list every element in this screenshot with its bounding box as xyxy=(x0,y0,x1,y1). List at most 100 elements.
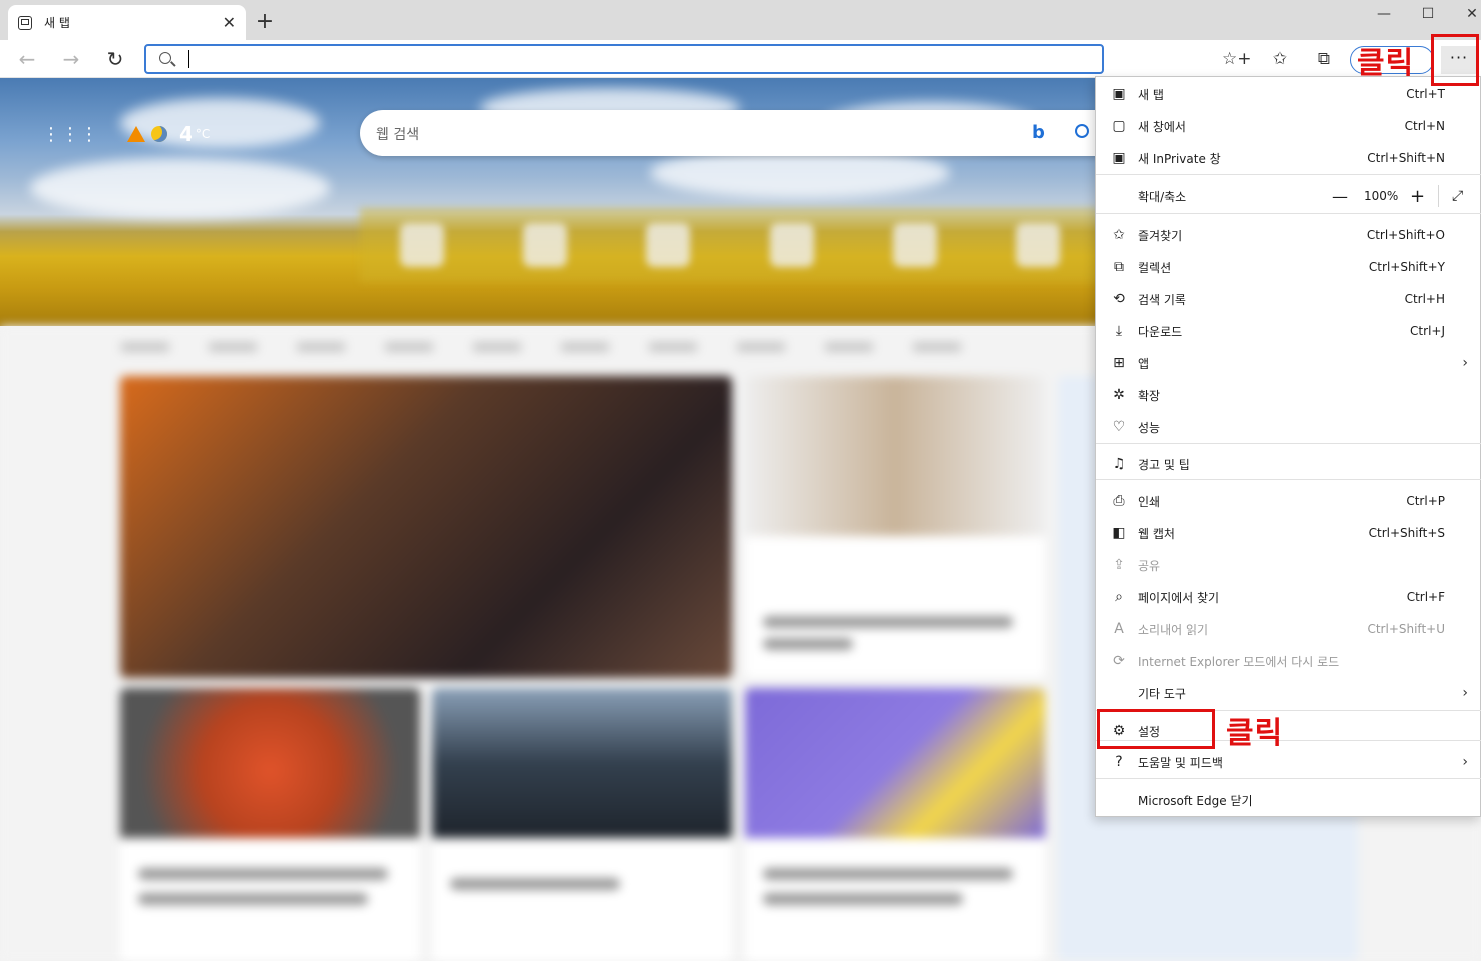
web-search-box[interactable]: 웹 검색 b xyxy=(360,110,1120,156)
menu-item-close-edge[interactable]: Microsoft Edge 닫기 xyxy=(1096,785,1481,815)
menu-item-label: 도움말 및 피드백 xyxy=(1138,755,1223,770)
menu-item-read-aloud[interactable]: A 소리내어 읽기 Ctrl+Shift+U xyxy=(1096,614,1481,644)
news-card[interactable] xyxy=(432,688,732,961)
news-card[interactable] xyxy=(120,688,420,961)
menu-item-history[interactable]: ⟲ 검색 기록 Ctrl+H xyxy=(1096,284,1481,314)
menu-separator xyxy=(1096,479,1481,480)
weather-widget[interactable]: ⋮⋮⋮ 4 °C xyxy=(42,122,210,146)
quick-links xyxy=(360,208,1100,282)
address-input[interactable] xyxy=(186,49,1086,69)
menu-item-zoom: 확대/축소 — 100% + ⤢ xyxy=(1096,181,1481,211)
close-window-button[interactable]: ✕ xyxy=(1462,6,1481,22)
forward-button[interactable]: → xyxy=(58,46,84,72)
menu-item-ie-mode-reload[interactable]: ⟳ Internet Explorer 모드에서 다시 로드 xyxy=(1096,646,1481,676)
menu-item-find-on-page[interactable]: ⌕ 페이지에서 찾기 Ctrl+F xyxy=(1096,582,1481,612)
ie-mode-icon: ⟳ xyxy=(1113,653,1125,669)
find-icon: ⌕ xyxy=(1115,589,1123,605)
quick-link-tile[interactable] xyxy=(1016,223,1061,267)
bing-icon[interactable]: b xyxy=(1032,122,1045,143)
zoom-divider xyxy=(1438,185,1439,207)
menu-item-label: 앱 xyxy=(1138,356,1150,371)
menu-item-apps[interactable]: ⊞ 앱 › xyxy=(1096,348,1481,378)
menu-item-label: 페이지에서 찾기 xyxy=(1138,590,1220,605)
add-favorite-icon[interactable]: ☆+ xyxy=(1222,49,1251,69)
menu-item-favorites[interactable]: ✩ 즐겨찾기 Ctrl+Shift+O xyxy=(1096,220,1481,250)
inprivate-icon: ▣ xyxy=(1112,150,1126,166)
zoom-in-button[interactable]: + xyxy=(1410,186,1425,207)
menu-item-shortcut: Ctrl+N xyxy=(1404,119,1445,133)
annotation-click-more: 클릭 xyxy=(1357,46,1415,81)
news-card[interactable] xyxy=(745,688,1045,961)
menu-item-share[interactable]: ⇪ 공유 xyxy=(1096,550,1481,580)
menu-item-label: 공유 xyxy=(1138,558,1161,573)
quick-link-tile[interactable] xyxy=(522,223,567,267)
menu-item-label: 새 탭 xyxy=(1138,87,1164,102)
web-capture-icon: ◧ xyxy=(1112,525,1126,541)
address-bar[interactable] xyxy=(144,44,1104,74)
news-card[interactable] xyxy=(120,376,732,678)
highlight-settings-item xyxy=(1097,709,1215,749)
apps-icon: ⊞ xyxy=(1113,355,1125,371)
quick-link-tile[interactable] xyxy=(769,223,814,267)
menu-item-shortcut: Ctrl+H xyxy=(1404,292,1445,306)
weather-alert-icon xyxy=(127,126,145,142)
menu-item-more-tools[interactable]: 기타 도구 › xyxy=(1096,678,1481,708)
menu-item-extensions[interactable]: ✲ 확장 xyxy=(1096,380,1481,410)
tab-new-tab[interactable]: 새 탭 ✕ xyxy=(8,5,246,40)
highlight-more-button xyxy=(1431,34,1479,86)
chevron-right-icon: › xyxy=(1462,685,1468,701)
favorites-icon[interactable]: ✩ xyxy=(1269,49,1291,69)
maximize-button[interactable]: ☐ xyxy=(1418,6,1438,22)
menu-item-print[interactable]: ⎙ 인쇄 Ctrl+P xyxy=(1096,486,1481,516)
menu-item-alerts-tips[interactable]: ♫ 경고 및 팁 xyxy=(1096,449,1481,479)
moon-icon xyxy=(151,126,167,142)
quick-link-tile[interactable] xyxy=(399,223,444,267)
tab-close-icon[interactable]: ✕ xyxy=(223,13,236,32)
share-icon: ⇪ xyxy=(1113,557,1125,573)
menu-item-label: 새 InPrivate 창 xyxy=(1138,151,1221,166)
menu-item-label: 소리내어 읽기 xyxy=(1138,622,1209,637)
menu-item-collections[interactable]: ⧉ 컬렉션 Ctrl+Shift+Y xyxy=(1096,252,1481,282)
new-tab-icon: ▣ xyxy=(1112,86,1126,102)
menu-item-label: 웹 캡처 xyxy=(1138,526,1175,541)
menu-item-help-feedback[interactable]: ? 도움말 및 피드백 › xyxy=(1096,747,1481,777)
menu-item-shortcut: Ctrl+F xyxy=(1406,590,1445,604)
menu-item-new-inprivate-window[interactable]: ▣ 새 InPrivate 창 Ctrl+Shift+N xyxy=(1096,143,1481,173)
menu-separator xyxy=(1096,174,1481,175)
menu-item-new-window[interactable]: ▢ 새 창에서 Ctrl+N xyxy=(1096,111,1481,141)
favorites-icon: ✩ xyxy=(1113,227,1125,243)
new-tab-page-icon xyxy=(18,15,32,30)
menu-item-shortcut: Ctrl+Shift+S xyxy=(1368,526,1445,540)
quick-link-tile[interactable] xyxy=(646,223,691,267)
menu-item-label: 확장 xyxy=(1138,388,1161,403)
browser-toolbar: ← → ↻ ☆+ ✩ ⧉ ··· xyxy=(0,40,1481,78)
zoom-out-button[interactable]: — xyxy=(1332,187,1348,206)
back-button[interactable]: ← xyxy=(14,46,40,72)
fullscreen-icon[interactable]: ⤢ xyxy=(1452,188,1463,204)
chevron-right-icon: › xyxy=(1462,355,1468,371)
quick-link-tile[interactable] xyxy=(892,223,937,267)
menu-item-label: Microsoft Edge 닫기 xyxy=(1138,793,1253,808)
menu-item-shortcut: Ctrl+Shift+N xyxy=(1367,151,1445,165)
bell-icon: ♫ xyxy=(1112,456,1126,472)
menu-separator xyxy=(1096,778,1481,779)
menu-item-web-capture[interactable]: ◧ 웹 캡처 Ctrl+Shift+S xyxy=(1096,518,1481,548)
menu-item-label: 새 창에서 xyxy=(1138,119,1186,134)
menu-item-downloads[interactable]: ⤓ 다운로드 Ctrl+J xyxy=(1096,316,1481,346)
web-search-icon[interactable] xyxy=(1075,124,1089,138)
menu-separator xyxy=(1096,213,1481,214)
refresh-button[interactable]: ↻ xyxy=(102,46,128,72)
menu-item-label: 검색 기록 xyxy=(1138,292,1186,307)
minimize-button[interactable]: — xyxy=(1374,6,1394,22)
collections-icon[interactable]: ⧉ xyxy=(1313,49,1335,69)
settings-and-more-menu: ▣ 새 탭 Ctrl+T ▢ 새 창에서 Ctrl+N ▣ 새 InPrivate 창 Ctrl… xyxy=(1095,76,1481,817)
news-card[interactable] xyxy=(745,376,1045,678)
menu-item-label: 컬렉션 xyxy=(1138,260,1172,275)
apps-grid-icon[interactable]: ⋮⋮⋮ xyxy=(42,124,99,145)
web-search-placeholder: 웹 검색 xyxy=(376,127,420,143)
print-icon: ⎙ xyxy=(1113,493,1125,509)
menu-item-new-tab[interactable]: ▣ 새 탭 Ctrl+T xyxy=(1096,79,1481,109)
new-tab-button[interactable]: + xyxy=(254,8,276,36)
menu-item-performance[interactable]: ♡ 성능 xyxy=(1096,412,1481,442)
menu-item-label: 다운로드 xyxy=(1138,324,1183,339)
